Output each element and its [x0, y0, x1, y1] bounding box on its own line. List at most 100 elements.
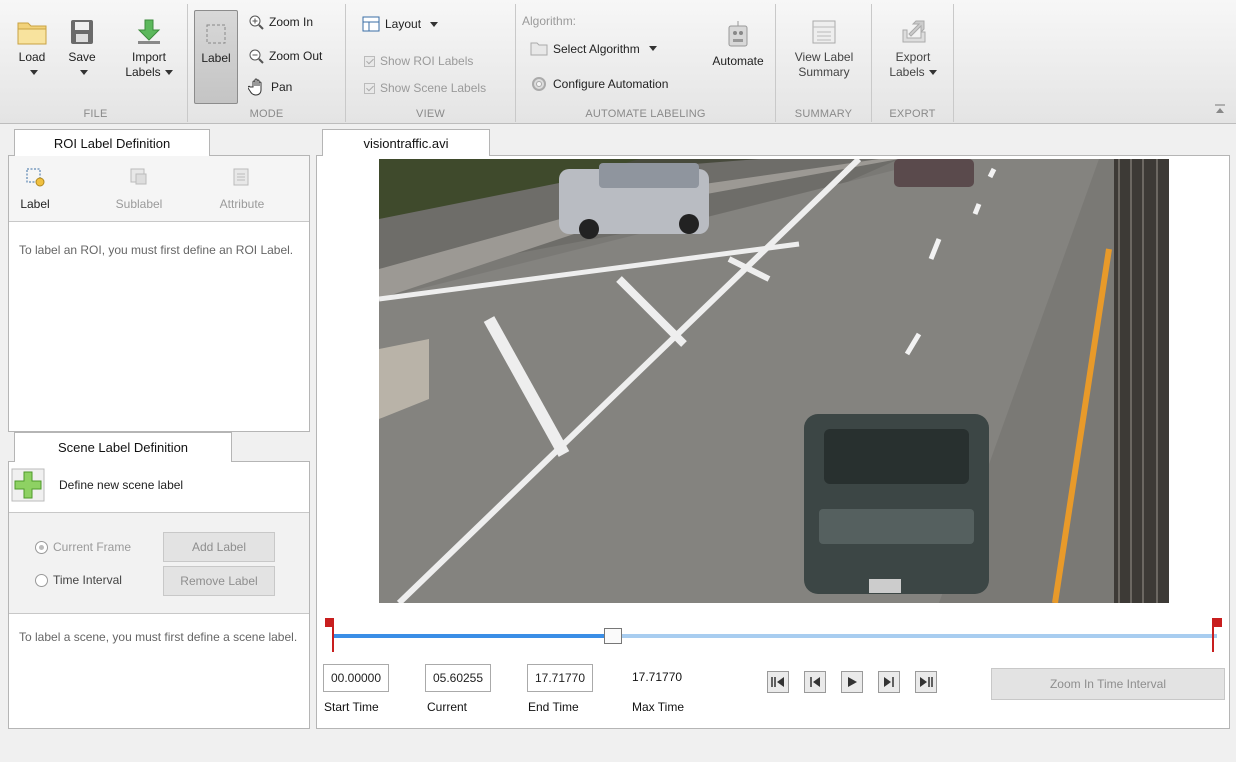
configure-automation-button[interactable]: Configure Automation	[530, 75, 668, 93]
time-interval-label: Time Interval	[53, 573, 122, 587]
max-time-label: Max Time	[632, 700, 685, 714]
zoom-in-icon	[249, 15, 264, 30]
current-time-field[interactable]: 05.60255	[425, 664, 491, 692]
import-labels-button[interactable]: Import Labels	[114, 18, 184, 80]
export-labels-button[interactable]: Export Labels	[876, 18, 950, 80]
define-scene-label-button[interactable]: Define new scene label	[11, 468, 183, 502]
scene-options-box	[9, 512, 309, 614]
gear-icon	[532, 77, 546, 91]
export-group: Export Labels EXPORT	[872, 4, 954, 122]
chevron-down-icon	[80, 70, 88, 76]
load-button[interactable]: Load	[12, 18, 52, 80]
folder-icon	[530, 42, 548, 56]
end-time-label: End Time	[528, 700, 579, 714]
video-display-panel: 00.00000 Start Time 05.60255 Current 17.…	[316, 155, 1230, 729]
view-label-summary-button[interactable]: View Label Summary	[780, 18, 868, 80]
sublabel-button-text: Sublabel	[115, 197, 163, 211]
timeline-current-thumb[interactable]	[603, 628, 622, 644]
file-group-title: FILE	[83, 108, 108, 120]
save-button[interactable]: Save	[62, 18, 102, 80]
start-flag-icon[interactable]	[323, 618, 335, 652]
last-frame-button[interactable]	[915, 671, 937, 693]
radio-icon	[35, 573, 48, 587]
label-mode-button[interactable]: Label	[194, 10, 238, 104]
start-time-field[interactable]: 00.00000	[323, 664, 389, 692]
load-label: Load	[18, 50, 46, 64]
previous-frame-button[interactable]	[804, 671, 826, 693]
current-time-label: Current	[427, 700, 468, 714]
show-roi-labels-checkbox[interactable]: Show ROI Labels	[364, 54, 473, 68]
view-group: Layout Show ROI Labels Show Scene Labels…	[346, 4, 516, 122]
sublabel-button[interactable]: Sublabel	[109, 166, 169, 211]
next-frame-button[interactable]	[878, 671, 900, 693]
automate-group-title: AUTOMATE LABELING	[585, 108, 706, 120]
chevron-down-icon	[30, 70, 38, 76]
zoom-in-button[interactable]: Zoom In	[248, 14, 313, 30]
attribute-button[interactable]: Attribute	[209, 166, 275, 211]
chevron-down-icon	[164, 70, 173, 76]
layout-button[interactable]: Layout	[362, 16, 439, 32]
select-algorithm-label: Select Algorithm	[553, 41, 640, 56]
tab-scene-label-definition[interactable]: Scene Label Definition	[14, 432, 232, 462]
zoom-out-label: Zoom Out	[269, 49, 323, 63]
checkbox-icon	[364, 55, 375, 67]
current-frame-label: Current Frame	[53, 540, 132, 554]
select-algorithm-dropdown[interactable]: Select Algorithm	[530, 41, 657, 56]
summary-chart-icon	[812, 20, 836, 44]
toolstrip: Load Save Import Labels FILE Label Zoom I…	[0, 0, 1236, 124]
add-label-button[interactable]: Add Label	[163, 532, 275, 562]
attribute-button-text: Attribute	[219, 197, 265, 211]
silver-suv	[559, 163, 709, 239]
layout-grid-icon	[362, 16, 380, 32]
pan-button[interactable]: Pan	[248, 78, 292, 96]
add-roi-label-button[interactable]: Label	[15, 166, 55, 211]
folder-icon	[17, 22, 47, 45]
attribute-icon	[233, 168, 249, 186]
distant-car	[894, 159, 974, 187]
video-frame[interactable]	[379, 159, 1169, 603]
zoom-in-time-interval-button[interactable]: Zoom In Time Interval	[991, 668, 1225, 700]
current-frame-radio[interactable]: Current Frame	[35, 540, 131, 554]
automate-group: Algorithm: Select Algorithm Configure Au…	[516, 4, 776, 122]
skip-to-end-icon	[920, 677, 933, 687]
algorithm-caption: Algorithm:	[522, 14, 577, 28]
scene-label-panel: Define new scene label Current Frame Tim…	[8, 461, 310, 729]
mode-group-title: MODE	[249, 108, 284, 120]
mode-group: Label Zoom In Zoom Out Pan MODE	[188, 4, 346, 122]
tab-roi-label-definition[interactable]: ROI Label Definition	[14, 129, 210, 156]
import-label-line2: Labels	[125, 65, 161, 79]
pan-label: Pan	[271, 80, 293, 94]
first-frame-button[interactable]	[767, 671, 789, 693]
time-interval-radio[interactable]: Time Interval	[35, 573, 122, 587]
view-group-title: VIEW	[416, 108, 445, 120]
chevron-down-icon	[430, 21, 439, 27]
remove-label-button[interactable]: Remove Label	[163, 566, 275, 596]
export-label-line1: Export	[895, 50, 931, 64]
start-time-label: Start Time	[324, 700, 379, 714]
collapse-toolstrip-icon[interactable]	[1214, 104, 1226, 114]
label-button-text: Label	[20, 197, 50, 211]
tab-visiontraffic[interactable]: visiontraffic.avi	[322, 129, 490, 156]
show-scene-labels-text: Show Scene Labels	[380, 81, 487, 95]
summary-group: View Label Summary SUMMARY	[776, 4, 872, 122]
sublabel-icon	[130, 168, 147, 185]
summary-label-line1: View Label	[794, 50, 854, 64]
hand-icon	[248, 78, 262, 96]
end-flag-icon[interactable]	[1211, 618, 1223, 652]
zoom-out-button[interactable]: Zoom Out	[248, 48, 322, 64]
label-mode-text: Label	[201, 51, 231, 65]
end-time-field[interactable]: 17.71770	[527, 664, 593, 692]
roi-label-icon	[26, 168, 45, 187]
export-label-line2: Labels	[889, 65, 925, 79]
scene-hint-text: To label a scene, you must first define …	[19, 630, 298, 644]
summary-label-line2: Summary	[798, 65, 850, 79]
file-group: Load Save Import Labels FILE	[4, 4, 188, 122]
chevron-down-icon	[648, 46, 657, 51]
dark-suv	[804, 414, 989, 594]
show-scene-labels-checkbox[interactable]: Show Scene Labels	[364, 81, 486, 95]
summary-group-title: SUMMARY	[794, 108, 853, 120]
automate-label: Automate	[712, 54, 764, 68]
automate-button[interactable]: Automate	[706, 20, 770, 69]
chevron-down-icon	[928, 70, 937, 76]
play-button[interactable]	[841, 671, 863, 693]
